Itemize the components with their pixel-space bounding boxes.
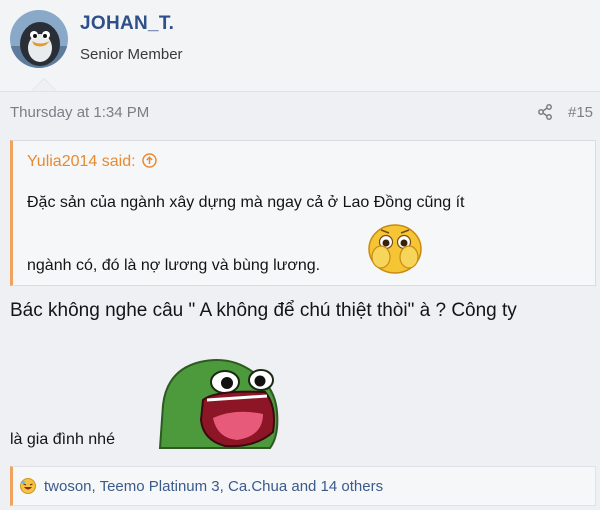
header-divider — [0, 91, 600, 92]
username-link[interactable]: JOHAN_T. — [80, 13, 174, 35]
quote-text-line: Đặc sản của ngành xây dựng mà ngay cả ở … — [27, 194, 465, 211]
user-header: JOHAN_T. Senior Member — [0, 0, 600, 92]
laugh-emoji-icon — [20, 478, 36, 494]
avatar[interactable] — [10, 10, 68, 68]
blush-emoji-icon — [367, 221, 423, 275]
quote-block: Yulia2014 said: Đặc sản của ngành xây dự… — [10, 140, 596, 286]
post-number-link[interactable]: #15 — [568, 104, 593, 121]
reactions-list-link[interactable]: twoson, Teemo Platinum 3, Ca.Chua and 14… — [44, 478, 383, 495]
quote-author-link[interactable]: Yulia2014 said: — [27, 153, 157, 171]
arrow-up-circle-icon[interactable] — [141, 153, 157, 168]
post-date[interactable]: Thursday at 1:34 PM — [10, 104, 149, 121]
reactions-bar: twoson, Teemo Platinum 3, Ca.Chua and 14… — [10, 466, 596, 506]
pepe-sticker-image — [155, 350, 280, 450]
user-title: Senior Member — [80, 46, 183, 63]
share-icon[interactable] — [537, 104, 553, 120]
bubble-pointer — [30, 78, 58, 92]
post-meta: Thursday at 1:34 PM #15 — [0, 100, 600, 126]
quote-author: Yulia2014 said: — [27, 153, 136, 170]
post-text-line: Bác không nghe câu " A không để chú thiệ… — [10, 300, 517, 321]
quote-text-line: ngành có, đó là nợ lương và bùng lương. — [27, 257, 321, 274]
post-text-line: là gia đình nhé — [10, 431, 115, 448]
